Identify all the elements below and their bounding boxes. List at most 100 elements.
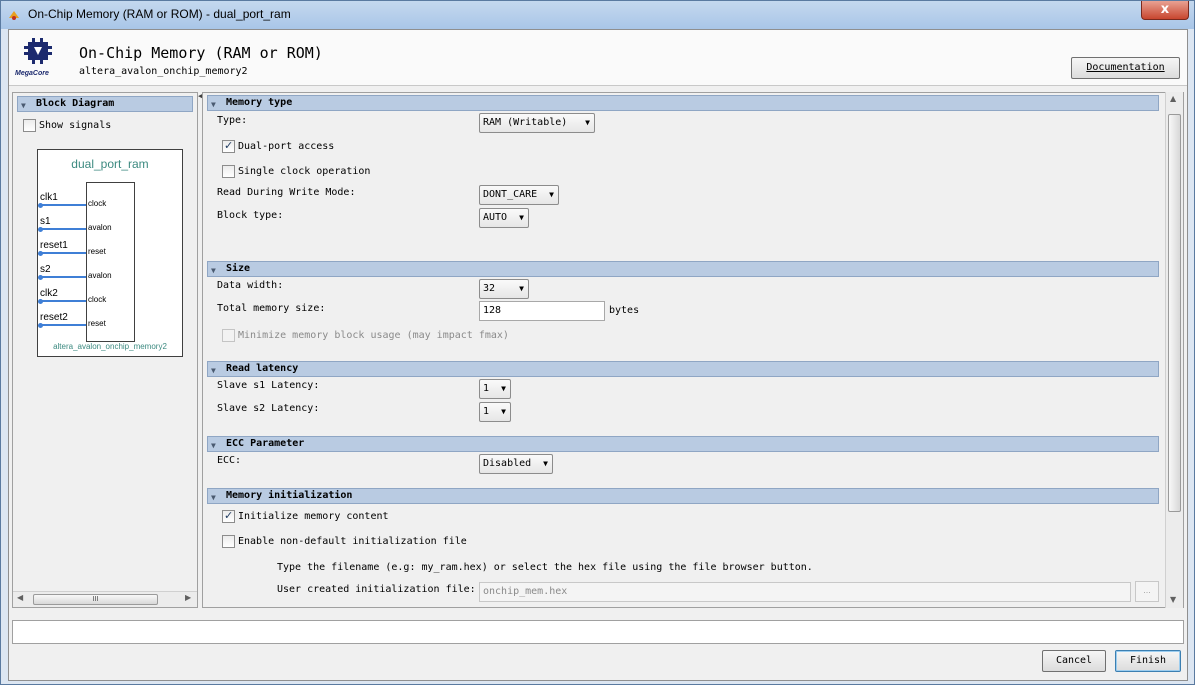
block-type-dropdown[interactable]: AUTO ▼ [479, 208, 529, 228]
data-width-value: 32 [483, 283, 496, 294]
single-clock-label: Single clock operation [238, 166, 371, 177]
page-title: On-Chip Memory (RAM or ROM) [79, 44, 323, 62]
dual-port-checkbox[interactable] [222, 139, 235, 153]
ecc-value: Disabled [483, 458, 532, 469]
s2-latency-label: Slave s2 Latency: [217, 403, 320, 414]
type-value: RAM (Writable) [483, 117, 568, 128]
ecc-label: ECC: [217, 455, 242, 466]
block-diagram-title: Block Diagram [36, 98, 115, 109]
signal-dot-icon [38, 251, 43, 256]
signal-name: clk1 [40, 192, 58, 203]
rdw-value: DONT_CARE [483, 189, 538, 200]
init-file-value: onchip_mem.hex [483, 586, 568, 597]
non-default-file-label: Enable non-default initialization file [238, 536, 467, 547]
memory-init-header[interactable]: ▼ Memory initialization [207, 488, 1159, 504]
megacore-logo-icon [24, 38, 52, 64]
collapse-triangle-icon: ▼ [211, 266, 216, 275]
total-size-value: 128 [483, 305, 502, 316]
init-memory-label: Initialize memory content [238, 511, 389, 522]
collapse-triangle-icon: ▼ [211, 366, 216, 375]
browse-label: ... [1143, 586, 1151, 595]
component-type: altera_avalon_onchip_memory2 [53, 342, 167, 351]
read-latency-header[interactable]: ▼ Read latency [207, 361, 1159, 377]
read-latency-title: Read latency [226, 363, 299, 374]
signal-wire [40, 324, 86, 326]
cancel-label: Cancel [1055, 655, 1093, 666]
block-diagram-panel: ▼ Block Diagram Show signals dual_port_r… [12, 92, 198, 608]
chevron-down-icon: ▼ [519, 284, 524, 293]
left-horizontal-scrollbar[interactable]: ◀ III ▶ [13, 591, 197, 607]
ecc-dropdown[interactable]: Disabled ▼ [479, 454, 553, 474]
signal-wire [40, 228, 86, 230]
block-diagram: dual_port_ram clk1 clock s1 avalon reset… [37, 149, 183, 357]
single-clock-checkbox[interactable] [222, 165, 235, 178]
memory-init-title: Memory initialization [226, 490, 353, 501]
chevron-down-icon: ▼ [543, 459, 548, 468]
signal-name: s2 [40, 264, 51, 275]
collapse-triangle-icon: ▼ [211, 100, 216, 109]
size-header[interactable]: ▼ Size [207, 261, 1159, 277]
scroll-right-icon[interactable]: ▶ [185, 593, 191, 602]
collapse-triangle-icon: ▼ [21, 101, 26, 110]
window-title: On-Chip Memory (RAM or ROM) - dual_port_… [28, 7, 291, 21]
chevron-down-icon: ▼ [501, 407, 506, 416]
right-vertical-scrollbar[interactable]: ▲ ▼ [1165, 92, 1183, 608]
cancel-button[interactable]: Cancel [1042, 650, 1106, 672]
chevron-down-icon: ▼ [549, 190, 554, 199]
scroll-up-icon[interactable]: ▲ [1170, 94, 1176, 103]
scroll-down-icon[interactable]: ▼ [1170, 595, 1176, 604]
non-default-file-checkbox[interactable] [222, 535, 235, 548]
scroll-left-icon[interactable]: ◀ [17, 593, 23, 602]
size-title: Size [226, 263, 251, 274]
port-name: clock [88, 199, 107, 208]
app-icon [9, 11, 19, 20]
init-file-input[interactable]: onchip_mem.hex [479, 582, 1131, 602]
type-dropdown[interactable]: RAM (Writable) ▼ [479, 113, 595, 133]
s1-latency-dropdown[interactable]: 1 ▼ [479, 379, 511, 399]
close-button[interactable]: x [1141, 1, 1189, 20]
signal-dot-icon [38, 323, 43, 328]
chevron-down-icon: ▼ [501, 384, 506, 393]
show-signals-checkbox[interactable] [23, 119, 36, 132]
s1-latency-label: Slave s1 Latency: [217, 380, 320, 391]
signal-name: s1 [40, 216, 51, 227]
file-browse-button[interactable]: ... [1135, 581, 1159, 602]
s2-latency-dropdown[interactable]: 1 ▼ [479, 402, 511, 422]
dual-port-label: Dual-port access [238, 141, 335, 152]
signal-dot-icon [38, 275, 43, 280]
data-width-dropdown[interactable]: 32 ▼ [479, 279, 529, 299]
megacore-logo: MegaCore [15, 38, 63, 80]
ecc-header[interactable]: ▼ ECC Parameter [207, 436, 1159, 452]
finish-label: Finish [1129, 655, 1167, 666]
block-diagram-header[interactable]: ▼ Block Diagram [17, 96, 193, 112]
collapse-triangle-icon: ▼ [211, 493, 216, 502]
init-file-hint: Type the filename (e.g: my_ram.hex) or s… [277, 562, 813, 573]
component-name: dual_port_ram [71, 157, 149, 171]
signal-dot-icon [38, 299, 43, 304]
signal-dot-icon [38, 203, 43, 208]
status-bar [12, 620, 1184, 644]
chevron-down-icon: ▼ [585, 118, 590, 127]
minimize-checkbox[interactable] [222, 329, 235, 342]
scroll-thumb[interactable] [1168, 114, 1181, 512]
finish-button[interactable]: Finish [1115, 650, 1181, 672]
rdw-dropdown[interactable]: DONT_CARE ▼ [479, 185, 559, 205]
main-window: On-Chip Memory (RAM or ROM) - dual_port_… [0, 0, 1195, 685]
signal-wire [40, 276, 86, 278]
scroll-thumb[interactable]: III [33, 594, 158, 605]
page-subtitle: altera_avalon_onchip_memory2 [79, 66, 248, 77]
total-size-label: Total memory size: [217, 303, 326, 314]
chevron-down-icon: ▼ [519, 213, 524, 222]
init-memory-checkbox[interactable] [222, 509, 235, 523]
title-bar[interactable]: On-Chip Memory (RAM or ROM) - dual_port_… [1, 1, 1194, 29]
block-type-value: AUTO [483, 212, 508, 223]
collapse-triangle-icon: ▼ [211, 441, 216, 450]
memory-type-title: Memory type [226, 97, 293, 108]
documentation-button[interactable]: Documentation [1071, 57, 1180, 79]
signal-name: reset1 [40, 240, 68, 251]
rdw-label: Read During Write Mode: [217, 187, 356, 198]
show-signals-label: Show signals [39, 120, 112, 131]
logo-text: MegaCore [15, 70, 49, 77]
memory-type-header[interactable]: ▼ Memory type [207, 95, 1159, 111]
total-size-input[interactable]: 128 [479, 301, 605, 321]
